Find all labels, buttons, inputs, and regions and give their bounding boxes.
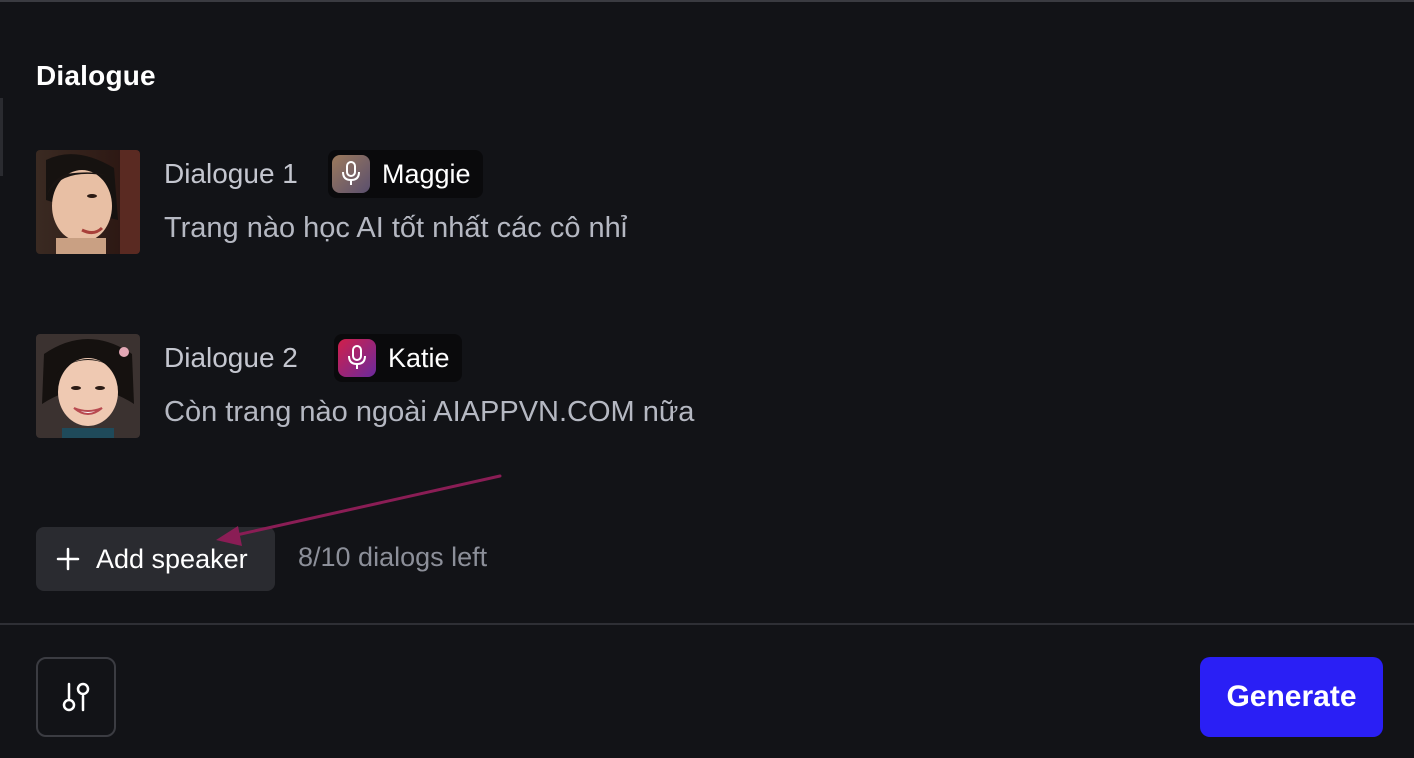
adjustments-icon <box>62 682 90 712</box>
microphone-icon <box>338 339 376 377</box>
footer-divider <box>0 623 1414 625</box>
voice-name: Maggie <box>382 158 471 189</box>
voice-name: Katie <box>388 342 450 373</box>
generate-button[interactable]: Generate <box>1200 657 1383 737</box>
add-speaker-label: Add speaker <box>96 543 248 574</box>
panel-edge <box>0 98 3 176</box>
dialogs-remaining-count: 8/10 dialogs left <box>298 542 488 572</box>
dialog-text[interactable]: Còn trang nào ngoài AIAPPVN.COM nữa <box>164 396 694 429</box>
section-title: Dialogue <box>36 60 156 91</box>
microphone-icon <box>332 155 370 193</box>
settings-button[interactable] <box>36 657 116 737</box>
speaker-avatar[interactable] <box>36 334 140 438</box>
dialogue-panel: Dialogue Dialogue 1 Maggie Trang nào học… <box>0 0 1414 758</box>
plus-icon <box>56 547 80 571</box>
voice-chip[interactable]: Maggie <box>328 150 483 198</box>
dialog-label: Dialogue 2 <box>164 342 298 373</box>
voice-chip[interactable]: Katie <box>334 334 462 382</box>
speaker-avatar[interactable] <box>36 150 140 254</box>
dialog-row: Dialogue 2 Katie Còn trang nào ngoài AIA… <box>36 334 1336 444</box>
dialog-label: Dialogue 1 <box>164 158 298 189</box>
add-speaker-button[interactable]: Add speaker <box>36 527 275 591</box>
dialog-text[interactable]: Trang nào học AI tốt nhất các cô nhỉ <box>164 212 627 245</box>
dialog-row: Dialogue 1 Maggie Trang nào học AI tốt n… <box>36 150 1336 260</box>
